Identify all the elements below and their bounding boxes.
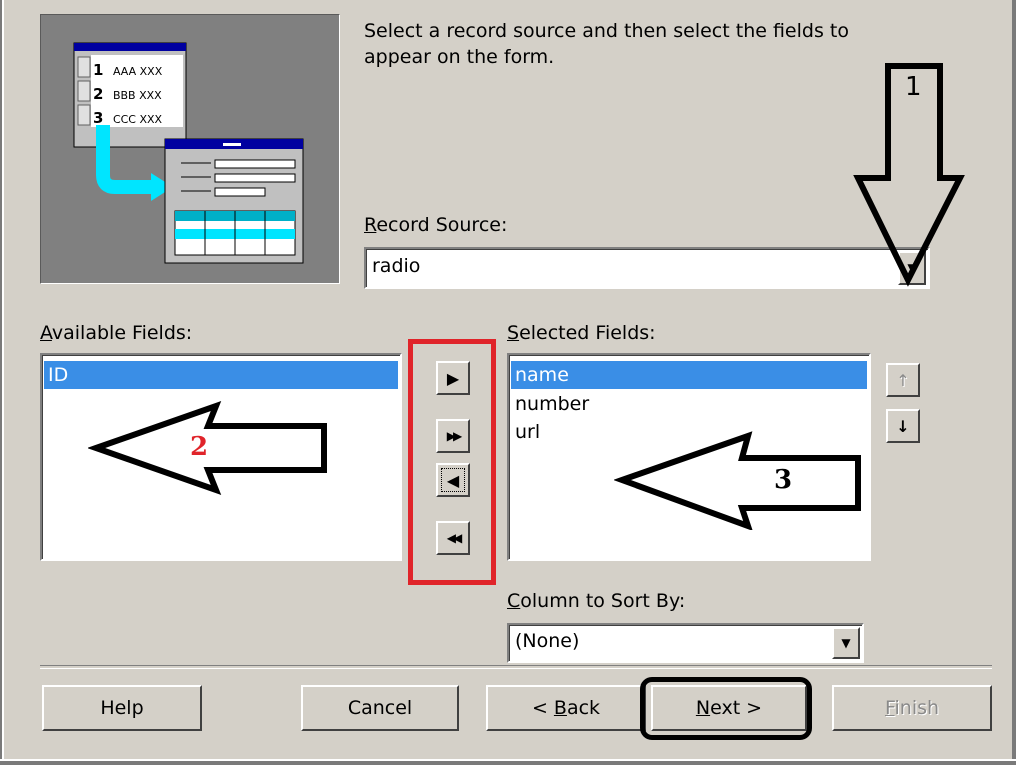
sort-column-dropdown-button[interactable]: ▼ (832, 627, 860, 659)
help-button-label: Help (100, 697, 144, 719)
window-left-border (0, 0, 6, 765)
window-bottom-border (0, 759, 1016, 765)
sort-column-label: Column to Sort By: (507, 590, 686, 612)
move-down-button[interactable]: ↓ (886, 409, 920, 443)
annotation-number-1: 1 (905, 72, 922, 102)
illustration-row-2: 2 BBB XXX (93, 85, 162, 103)
illustration-row-num: 3 (93, 109, 104, 127)
form-wizard-graphic (73, 42, 304, 264)
list-item[interactable]: ID (44, 361, 398, 389)
list-item[interactable]: number (511, 390, 867, 418)
illustration-row-3: 3 CCC XXX (93, 109, 162, 127)
back-button-label: < Back (531, 697, 601, 719)
cancel-button-label: Cancel (347, 697, 413, 719)
cancel-button[interactable]: Cancel (301, 685, 459, 731)
available-fields-label: Available Fields: (40, 322, 193, 344)
button-separator (40, 665, 992, 669)
illustration-row-text: BBB XXX (112, 89, 162, 102)
chevron-down-icon: ▼ (841, 636, 851, 650)
wizard-description: Select a record source and then select t… (364, 20, 849, 68)
list-item[interactable]: name (511, 361, 867, 389)
record-source-label: Record Source: (364, 214, 508, 236)
back-button[interactable]: < Back (486, 685, 646, 731)
selected-fields-label: Selected Fields: (507, 322, 656, 344)
sort-column-value: (None) (515, 630, 580, 652)
illustration-row-text: CCC XXX (112, 113, 163, 126)
arrow-down-icon: ↓ (896, 416, 910, 436)
illustration-row-1: 1 AAA XXX (93, 61, 162, 79)
window-right-border (1012, 0, 1016, 765)
sort-column-combo[interactable]: (None) ▼ (507, 623, 864, 663)
next-button-highlight (640, 677, 812, 740)
move-up-button[interactable]: ↑ (886, 363, 920, 397)
finish-button-label: Finish (884, 697, 940, 719)
record-source-value: radio (372, 255, 421, 277)
annotation-number-3: 3 (774, 465, 793, 495)
help-button[interactable]: Help (42, 685, 202, 731)
annotation-arrow-left-icon (614, 431, 861, 530)
illustration-row-num: 2 (93, 85, 104, 103)
arrow-up-icon: ↑ (896, 370, 910, 390)
annotation-number-2: 2 (190, 432, 209, 462)
illustration-row-num: 1 (93, 61, 104, 79)
annotation-arrow-left-icon (88, 400, 327, 496)
wizard-illustration: 1 AAA XXX 2 BBB XXX 3 CCC XXX (40, 14, 340, 284)
move-buttons-highlight (408, 339, 496, 585)
illustration-row-text: AAA XXX (112, 65, 163, 78)
finish-button[interactable]: Finish (832, 685, 992, 731)
record-source-combo[interactable]: radio ▼ (364, 247, 930, 289)
